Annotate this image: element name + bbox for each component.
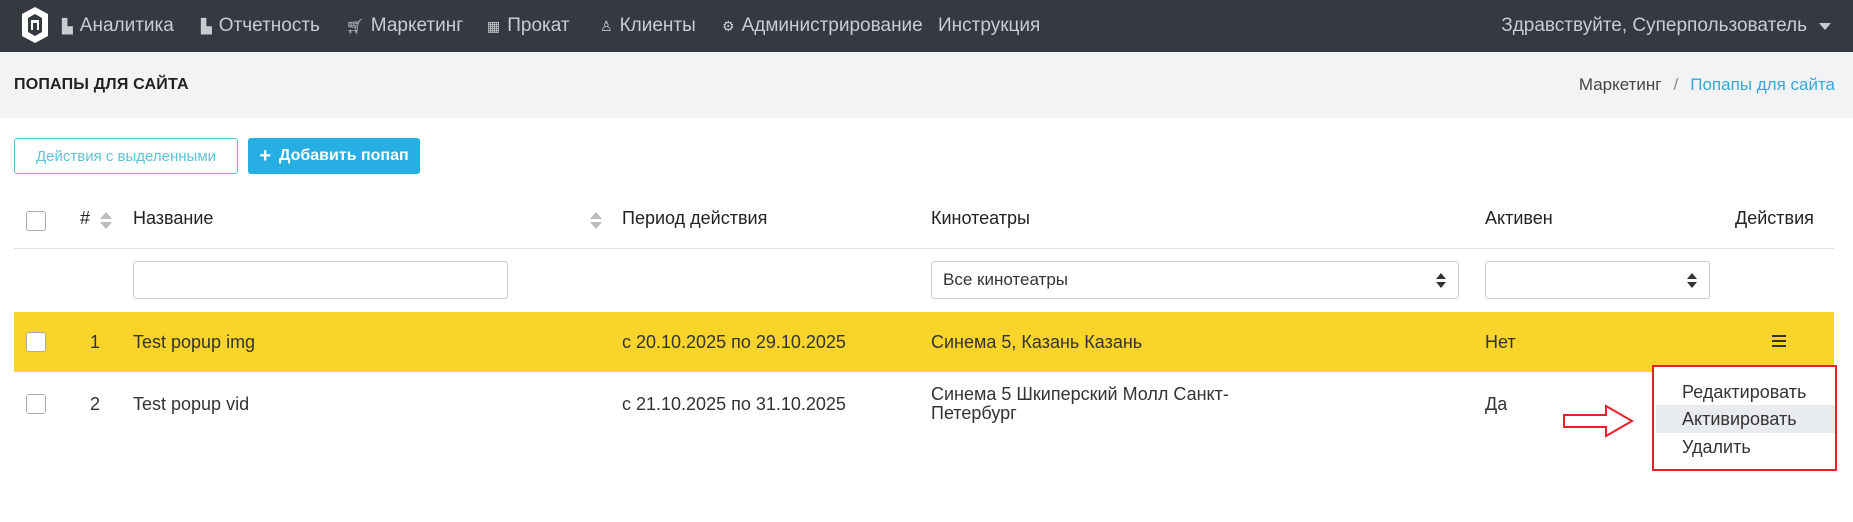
cogs-icon: ⚙ <box>722 17 735 34</box>
row-number: 1 <box>90 332 101 352</box>
nav-item-label: Отчетность <box>218 15 320 36</box>
film-icon: ▦ <box>487 17 501 34</box>
row-checkbox[interactable] <box>26 394 46 414</box>
column-header-period: Период действия <box>622 208 768 228</box>
dropdown-item-activate[interactable]: Активировать <box>1656 405 1835 433</box>
breadcrumb-separator: / <box>1673 75 1679 94</box>
user-icon: ♙ <box>600 17 613 34</box>
column-header-cinemas: Кинотеатры <box>931 208 1030 228</box>
name-filter-input[interactable] <box>133 261 508 299</box>
add-popup-button[interactable]: + Добавить попап <box>248 138 420 174</box>
cinemas-filter-select[interactable]: Все кинотеатры <box>931 261 1459 299</box>
column-header-name[interactable]: Название <box>133 208 213 229</box>
row-name: Test popup vid <box>133 394 250 414</box>
annotation-arrow-icon <box>1563 404 1634 438</box>
active-filter-select[interactable] <box>1485 261 1710 299</box>
sort-icon[interactable] <box>590 212 602 230</box>
column-header-active: Активен <box>1485 208 1553 228</box>
row-actions-dropdown: Редактировать Активировать Удалить <box>1652 365 1837 471</box>
column-header-number[interactable]: # <box>80 208 90 229</box>
nav-item-label: Прокат <box>507 15 570 36</box>
nav-item-admin[interactable]: ⚙ Администрирование <box>722 0 923 52</box>
select-arrows-icon <box>1436 273 1446 289</box>
breadcrumb-item-current: Попапы для сайта <box>1690 75 1835 94</box>
row-number: 2 <box>90 394 101 414</box>
list-icon[interactable] <box>1772 335 1786 347</box>
nav-item-label: Клиенты <box>619 15 696 36</box>
nav-item-instructions[interactable]: Инструкция <box>938 0 1040 52</box>
dropdown-item-edit[interactable]: Редактировать <box>1656 378 1835 406</box>
row-period: с 21.10.2025 по 31.10.2025 <box>622 394 846 414</box>
table-row[interactable] <box>14 312 1834 372</box>
dropdown-item-delete[interactable]: Удалить <box>1656 433 1835 461</box>
select-arrows-icon <box>1687 273 1697 289</box>
top-navbar: ▙ Аналитика ▙ Отчетность 🛒︎ Маркетинг ▦ … <box>0 0 1853 52</box>
row-checkbox[interactable] <box>26 332 46 352</box>
nav-item-label: Инструкция <box>938 15 1041 36</box>
row-cinemas: Синема 5, Казань Казань <box>931 332 1143 352</box>
bar-chart-icon: ▙ <box>62 17 73 34</box>
bulk-actions-button[interactable]: Действия с выделенными <box>14 138 238 174</box>
breadcrumb-item-marketing[interactable]: Маркетинг <box>1579 75 1662 95</box>
cinemas-filter-value: Все кинотеатры <box>943 270 1069 289</box>
nav-item-label: Маркетинг <box>370 15 464 36</box>
row-period: с 20.10.2025 по 29.10.2025 <box>622 332 846 352</box>
nav-item-rental[interactable]: ▦ Прокат <box>487 0 570 52</box>
nav-item-clients[interactable]: ♙ Клиенты <box>600 0 696 52</box>
select-all-checkbox[interactable] <box>26 211 46 231</box>
sort-icon[interactable] <box>100 212 112 230</box>
logo-icon[interactable] <box>20 6 50 44</box>
row-active: Да <box>1485 394 1508 414</box>
row-active: Нет <box>1485 332 1516 352</box>
column-header-actions: Действия <box>1735 208 1814 228</box>
nav-item-label: Администрирование <box>741 15 923 36</box>
page-title: ПОПАПЫ ДЛЯ САЙТА <box>14 76 189 93</box>
nav-item-analytics[interactable]: ▙ Аналитика <box>62 0 174 52</box>
nav-item-label: Аналитика <box>79 15 174 36</box>
user-greeting: Здравствуйте, Суперпользователь <box>1501 15 1807 36</box>
table-divider <box>14 248 1834 249</box>
bar-chart-icon: ▙ <box>201 17 212 34</box>
chevron-down-icon <box>1819 22 1831 30</box>
row-cinemas: Синема 5 Шкиперский Молл Санкт-Петербург <box>931 384 1229 423</box>
cart-icon: 🛒︎ <box>346 17 364 34</box>
page-header: ПОПАПЫ ДЛЯ САЙТА Маркетинг / Попапы для … <box>0 52 1853 118</box>
nav-item-reports[interactable]: ▙ Отчетность <box>201 0 320 52</box>
add-popup-label: Добавить попап <box>279 147 409 164</box>
breadcrumb: Маркетинг / Попапы для сайта <box>1579 75 1835 95</box>
nav-item-marketing[interactable]: 🛒︎ Маркетинг <box>346 0 463 52</box>
row-name: Test popup img <box>133 332 256 352</box>
plus-icon: + <box>259 144 272 167</box>
user-menu[interactable]: Здравствуйте, Суперпользователь <box>1501 0 1831 52</box>
